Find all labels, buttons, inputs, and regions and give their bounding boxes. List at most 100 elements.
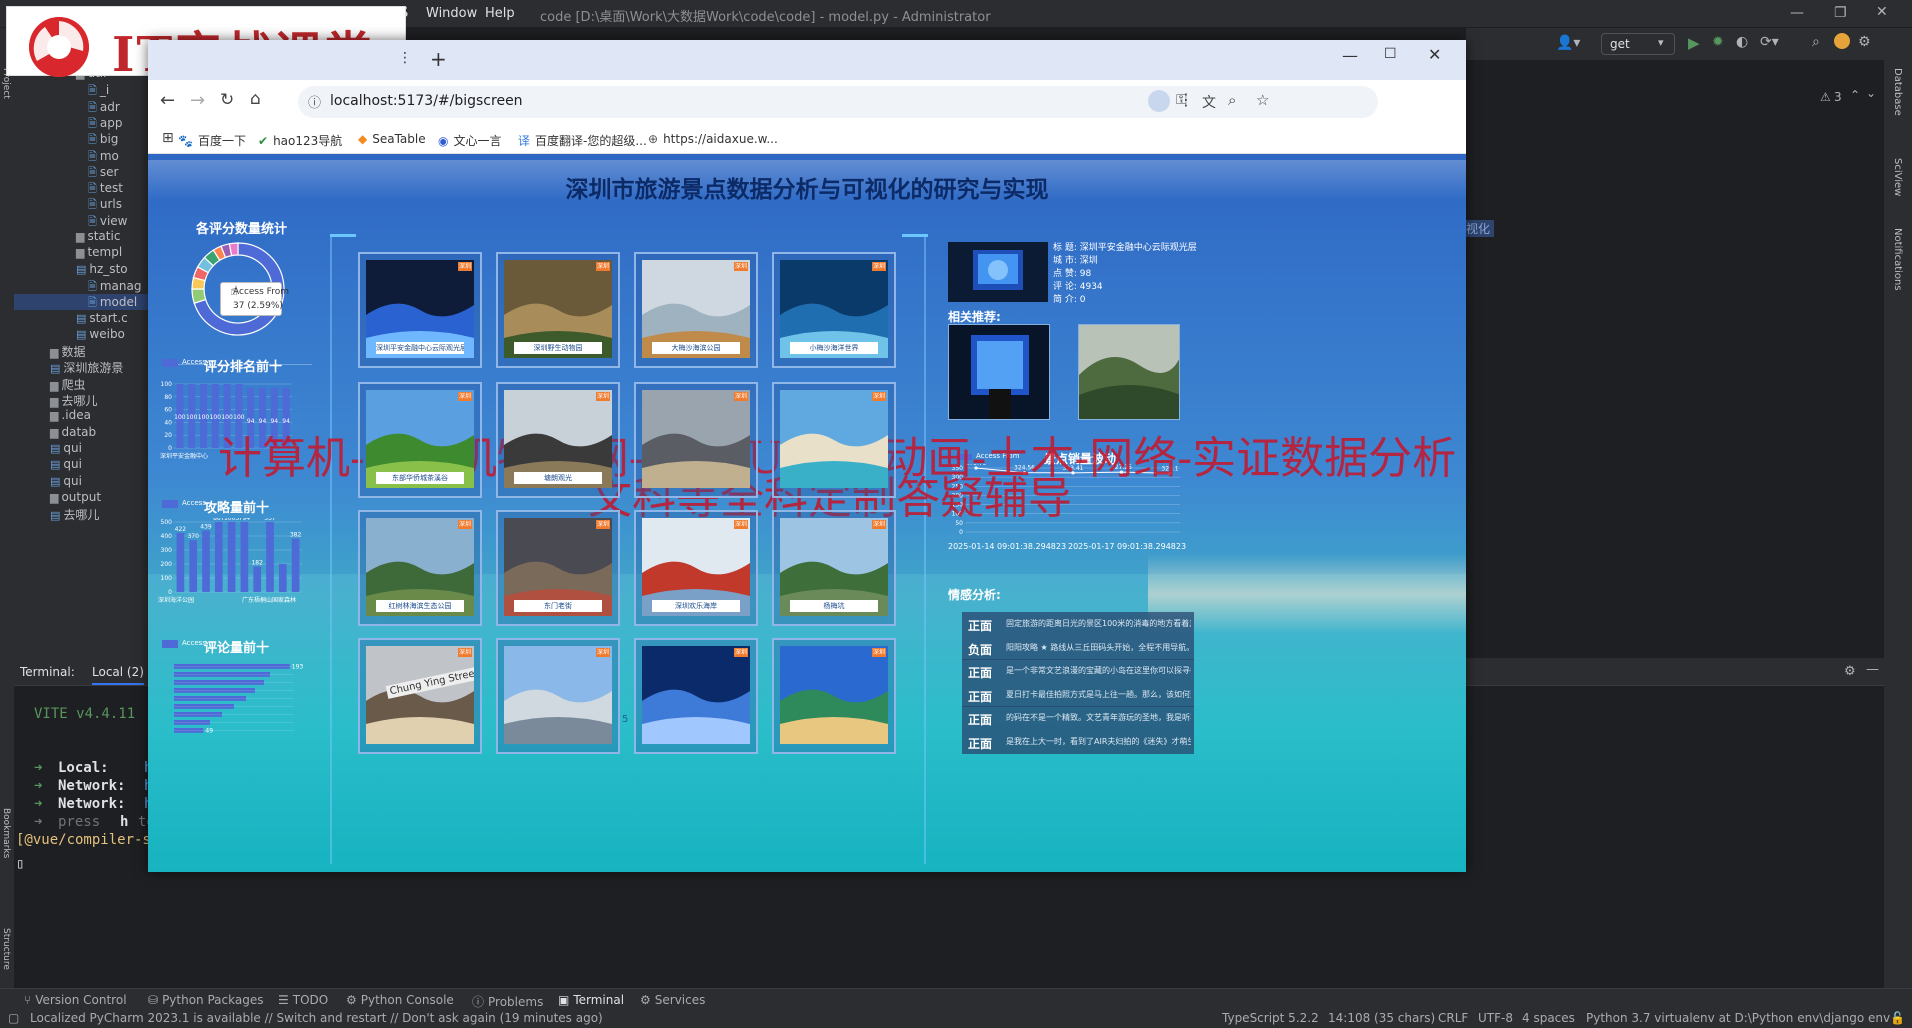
search-icon[interactable]: ⌕: [1812, 34, 1820, 50]
bar[interactable]: [214, 522, 223, 592]
emotion-row[interactable]: 正面 的码在不是一个精致。文艺青年游玩的圣地，我是听不是文艺青年。但: [962, 706, 1194, 730]
status-encoding[interactable]: UTF-8: [1478, 1011, 1513, 1025]
reload-icon[interactable]: ↻: [220, 90, 234, 110]
status-indent[interactable]: 4 spaces: [1522, 1011, 1575, 1025]
spot-card[interactable]: 深圳 东部华侨城茶溪谷: [358, 382, 482, 498]
maximize-icon[interactable]: ❐: [1834, 5, 1847, 21]
gear-icon[interactable]: ⚙: [1844, 664, 1856, 679]
translate-icon[interactable]: 文: [1202, 92, 1216, 112]
bottom-tab-terminal[interactable]: ▣ Terminal: [558, 993, 624, 1007]
strategy-bar-chart[interactable]: 500 400 300 200 100 0 422370439867 1003 794 182 53…: [158, 518, 308, 606]
status-message[interactable]: Localized PyCharm 2023.1 is available //…: [30, 1011, 603, 1025]
maximize-icon[interactable]: ☐: [1384, 46, 1397, 62]
tree-item[interactable]: ▤ qui: [14, 474, 149, 490]
new-tab-icon[interactable]: +: [430, 47, 447, 71]
hide-icon[interactable]: —: [1866, 662, 1879, 677]
spot-card[interactable]: 深圳 深圳平安金融中心云际观光层: [358, 252, 482, 368]
spot-card[interactable]: 深圳 深圳欢乐海岸: [634, 510, 758, 626]
spot-card[interactable]: 深圳: [772, 382, 896, 498]
user-icon[interactable]: 👤▾: [1556, 35, 1580, 51]
emotion-row[interactable]: 正面 是一个非常文艺浪漫的宝藏的小岛在这里你可以探寻各种美食小吃: [962, 659, 1194, 683]
bottom-tab-todo[interactable]: ☰ TODO: [278, 993, 328, 1007]
coverage-icon[interactable]: ◐: [1736, 34, 1748, 50]
tree-item[interactable]: ▆ 爬虫: [14, 376, 149, 392]
page-number[interactable]: 5: [622, 714, 628, 725]
tree-item[interactable]: 🗎 test: [14, 180, 149, 196]
emotion-row[interactable]: 正面 固定旅游的距离日光的景区100米的消毒的地方看着真的惊喜到了! 第一天: [962, 612, 1194, 636]
tree-item[interactable]: 🗎 mo: [14, 148, 149, 164]
zoom-icon[interactable]: ⌕: [1228, 91, 1236, 109]
url-text[interactable]: localhost:5173/#/bigscreen: [330, 93, 523, 109]
tree-item[interactable]: ▤ hz_sto: [14, 262, 149, 278]
bookmark-item[interactable]: ◆ SeaTable: [358, 132, 426, 146]
bar[interactable]: [189, 540, 198, 592]
bar[interactable]: [266, 522, 274, 592]
update-icon[interactable]: [1834, 33, 1850, 49]
spot-card[interactable]: 深圳 杨梅坑: [772, 510, 896, 626]
tree-item[interactable]: ▆ static: [14, 229, 149, 245]
related-photo-2[interactable]: [1078, 324, 1180, 420]
debug-icon[interactable]: ✹: [1712, 34, 1724, 50]
status-position[interactable]: 14:108 (35 chars): [1328, 1011, 1435, 1025]
bookmarks-tool[interactable]: Bookmarks: [1, 808, 11, 858]
spot-card[interactable]: 深圳 Chung Ying Street: [358, 638, 482, 754]
tree-item[interactable]: ▤ weibo: [14, 327, 149, 343]
tree-item[interactable]: 🗎 big: [14, 131, 149, 147]
warning-icon[interactable]: ⚠: [1820, 90, 1831, 104]
lock-icon[interactable]: 🔓: [1890, 1011, 1905, 1025]
tree-item[interactable]: ▆ templ: [14, 245, 149, 261]
bottom-tab-python-console[interactable]: ⚙ Python Console: [346, 993, 454, 1007]
profile-icon[interactable]: [1148, 90, 1170, 112]
spot-card[interactable]: 深圳: [772, 638, 896, 754]
tree-item[interactable]: 🗎 model: [14, 294, 149, 311]
tree-item[interactable]: 🗎 view: [14, 213, 149, 229]
chevron-down-icon[interactable]: ⌄: [1866, 86, 1876, 100]
bar[interactable]: [253, 566, 262, 592]
chevron-up-icon[interactable]: ⌃: [1850, 88, 1860, 102]
tree-item[interactable]: 🗎 adr: [14, 99, 149, 115]
tree-item[interactable]: ▤ 去哪儿: [14, 506, 149, 522]
notifications-tool[interactable]: Notifications: [1892, 228, 1903, 291]
spot-card[interactable]: 深圳 小梅沙海洋世界: [772, 252, 896, 368]
tree-item[interactable]: ▤ qui: [14, 441, 149, 457]
emotion-row[interactable]: 负面 阳阳攻略 ★ 路线从三丘田码头开始，全程不用导航。 ★ 红墙是美轮: [962, 635, 1194, 660]
emotion-row[interactable]: 正面 夏日打卡最佳拍照方式是马上往一趟。那么，该如何选择民宿呢? 马上: [962, 682, 1194, 707]
spot-card[interactable]: 深圳: [634, 638, 758, 754]
close-icon[interactable]: ✕: [1428, 45, 1441, 64]
tree-item[interactable]: 🗎 ser: [14, 164, 149, 180]
bar[interactable]: [291, 538, 300, 592]
tab-menu-icon[interactable]: ⋮: [398, 50, 412, 66]
tree-item[interactable]: ▆ output: [14, 490, 149, 506]
structure-tool[interactable]: Structure: [1, 928, 11, 970]
bar[interactable]: [278, 564, 287, 592]
menu-window[interactable]: Window: [426, 6, 477, 21]
tree-item[interactable]: ▆ 数据: [14, 343, 149, 359]
bar[interactable]: [227, 522, 236, 592]
bottom-tab-problems[interactable]: ⓘ Problems: [472, 993, 543, 1010]
tree-item[interactable]: ▤ 深圳旅游景: [14, 359, 149, 375]
bottom-tab-services[interactable]: ⚙ Services: [640, 993, 705, 1007]
status-typescript[interactable]: TypeScript 5.2.2: [1222, 1011, 1319, 1025]
tree-item[interactable]: ▆ 去哪儿: [14, 392, 149, 408]
bookmark-item[interactable]: ◉ 文心一言: [438, 132, 502, 149]
term-cursor[interactable]: ▯: [16, 856, 24, 872]
database-tool[interactable]: Database: [1892, 68, 1903, 116]
spot-card[interactable]: 深圳 红树林海滨生态公园: [358, 510, 482, 626]
sciview-tool[interactable]: SciView: [1892, 158, 1903, 196]
related-photo-1[interactable]: [948, 324, 1050, 420]
bookmark-item[interactable]: ⊕ https://aidaxue.w...: [648, 132, 778, 146]
site-info-icon[interactable]: ⓘ: [308, 92, 321, 111]
more-icon[interactable]: ⋮: [1178, 90, 1194, 109]
spot-card[interactable]: 深圳: [634, 382, 758, 498]
forward-icon[interactable]: →: [190, 90, 205, 111]
home-icon[interactable]: ⌂: [250, 89, 261, 109]
status-line-separator[interactable]: CRLF: [1438, 1011, 1468, 1025]
bar[interactable]: [240, 522, 249, 592]
spot-card[interactable]: 深圳 东门老街: [496, 510, 620, 626]
minimize-icon[interactable]: —: [1342, 46, 1358, 65]
tree-item[interactable]: ▆ .idea: [14, 408, 149, 424]
address-bar[interactable]: ⓘ localhost:5173/#/bigscreen ⚿ 文 ⌕ ☆: [298, 86, 1378, 118]
menu-help[interactable]: Help: [485, 6, 515, 21]
profile-icon[interactable]: ⟳▾: [1760, 34, 1779, 50]
bookmark-item[interactable]: ✔ hao123导航: [258, 132, 342, 149]
